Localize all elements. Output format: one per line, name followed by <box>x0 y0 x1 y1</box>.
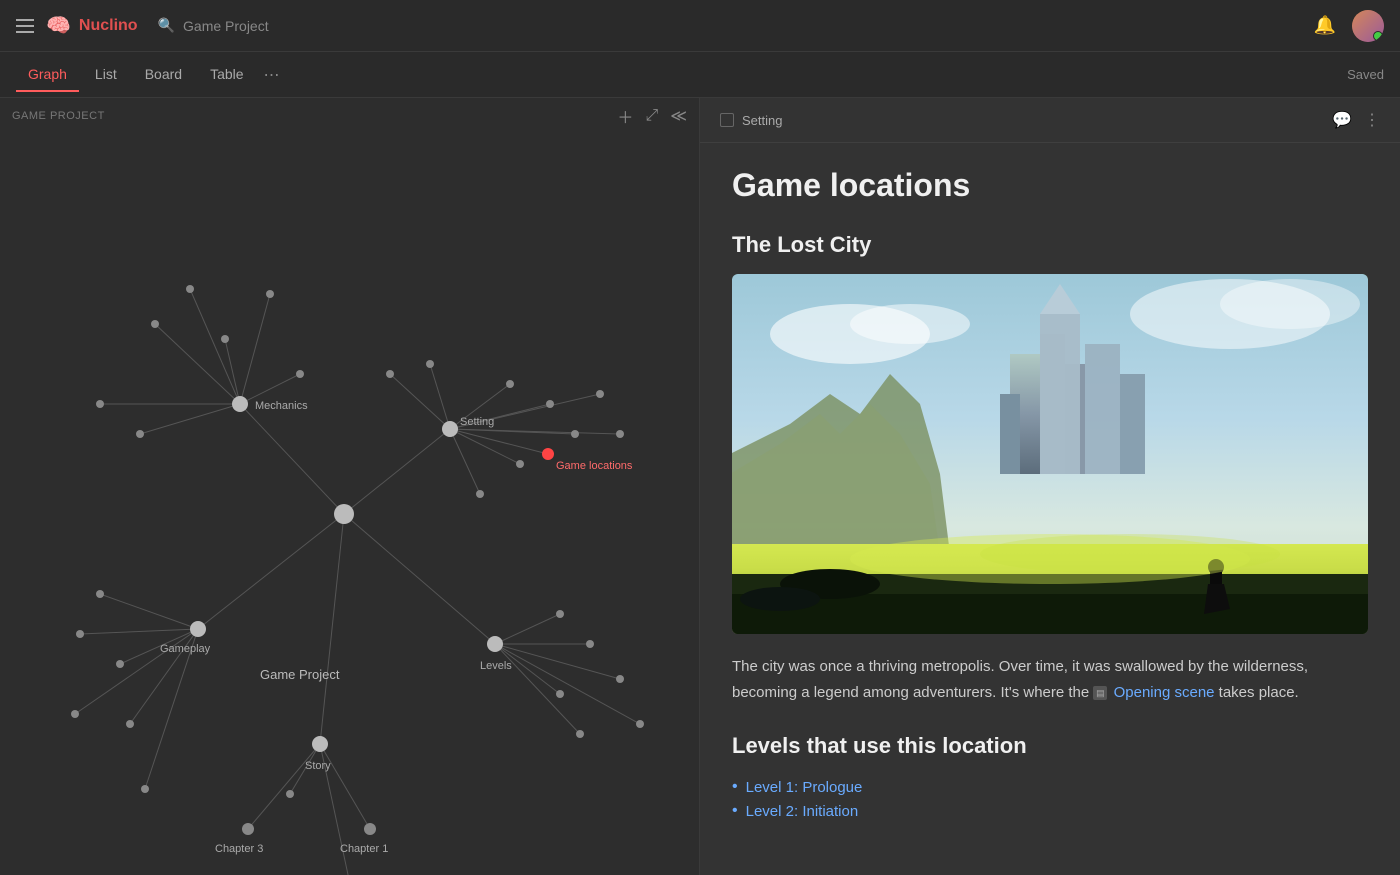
hero-image-inner <box>732 274 1368 634</box>
graph-panel: GAME PROJECT ＋ ⤢ ≪ <box>0 98 700 875</box>
setting-checkbox-area: Setting <box>720 113 782 128</box>
levels-list: Level 1: Prologue Level 2: Initiation <box>732 775 1368 823</box>
avatar-image <box>1352 10 1384 42</box>
graph-header: GAME PROJECT ＋ ⤢ ≪ <box>0 98 699 134</box>
menu-button[interactable] <box>16 19 34 33</box>
link-icon: ▤ <box>1093 686 1107 700</box>
list-item: Level 2: Initiation <box>732 799 1368 823</box>
lost-city-title: The Lost City <box>732 232 1368 258</box>
user-avatar[interactable] <box>1352 10 1384 42</box>
setting-label: Setting <box>460 416 494 428</box>
description-end: takes place. <box>1219 684 1299 701</box>
page-title: Game locations <box>732 167 1368 204</box>
levels-section-title: Levels that use this location <box>732 733 1368 759</box>
setting-checkbox[interactable] <box>720 113 734 127</box>
logo: 🧠 Nuclino <box>46 13 138 38</box>
main-layout: GAME PROJECT ＋ ⤢ ≪ <box>0 98 1400 875</box>
level2-link[interactable]: Level 2: Initiation <box>746 803 859 820</box>
gameplay-label: Gameplay <box>160 643 211 655</box>
search-icon: 🔍 <box>158 17 175 34</box>
game-project-node[interactable] <box>334 504 354 524</box>
levels-node[interactable] <box>487 636 503 652</box>
more-tabs-button[interactable]: ⋯ <box>264 65 280 85</box>
opening-scene-link[interactable]: Opening scene <box>1114 684 1215 701</box>
search-area[interactable]: 🔍 Game Project <box>158 17 269 34</box>
content-body: Game locations The Lost City <box>700 143 1400 863</box>
notifications-icon[interactable]: 🔔 <box>1314 15 1336 36</box>
gameplay-node[interactable] <box>190 621 206 637</box>
add-node-button[interactable]: ＋ <box>617 104 633 128</box>
search-text: Game Project <box>183 18 269 34</box>
story-label: Story <box>305 760 331 772</box>
chapter3-label: Chapter 3 <box>215 843 263 855</box>
level1-link[interactable]: Level 1: Prologue <box>746 779 863 796</box>
city-illustration <box>732 274 1368 634</box>
more-options-button[interactable]: ⋮ <box>1364 110 1380 130</box>
comment-button[interactable]: 💬 <box>1332 110 1352 130</box>
levels-label: Levels <box>480 660 512 672</box>
saved-status: Saved <box>1347 67 1384 82</box>
content-top-bar: Setting 💬 ⋮ <box>700 98 1400 143</box>
description-text: The city was once a thriving metropolis.… <box>732 654 1368 705</box>
collapse-button[interactable]: ≪ <box>670 106 687 126</box>
nav-right: 🔔 <box>1314 10 1384 42</box>
list-item: Level 1: Prologue <box>732 775 1368 799</box>
content-panel: Setting 💬 ⋮ Game locations The Lost City <box>700 98 1400 875</box>
chapter1-node[interactable] <box>364 823 376 835</box>
graph-actions: ＋ ⤢ ≪ <box>617 104 687 128</box>
game-locations-label: Game locations <box>556 460 633 472</box>
top-navigation: 🧠 Nuclino 🔍 Game Project 🔔 <box>0 0 1400 52</box>
setting-checkbox-label: Setting <box>742 113 782 128</box>
story-node[interactable] <box>312 736 328 752</box>
expand-button[interactable]: ⤢ <box>645 107 658 125</box>
hero-image <box>732 274 1368 634</box>
tab-bar: Graph List Board Table ⋯ Saved <box>0 52 1400 98</box>
setting-node[interactable] <box>442 421 458 437</box>
chapter1-label: Chapter 1 <box>340 843 388 855</box>
chapter3-node[interactable] <box>242 823 254 835</box>
tab-board[interactable]: Board <box>133 58 194 92</box>
logo-text: Nuclino <box>79 17 138 35</box>
game-project-label: Game Project <box>260 667 340 682</box>
graph-canvas[interactable]: Mechanics Setting Game locations Game Pr… <box>0 134 699 875</box>
logo-icon: 🧠 <box>46 13 71 38</box>
content-actions: 💬 ⋮ <box>1332 110 1380 130</box>
mechanics-node[interactable] <box>232 396 248 412</box>
tab-list[interactable]: List <box>83 58 129 92</box>
mechanics-label: Mechanics <box>255 400 308 412</box>
graph-project-title: GAME PROJECT <box>12 110 105 122</box>
game-locations-node[interactable] <box>542 448 554 460</box>
tab-table[interactable]: Table <box>198 58 255 92</box>
tab-graph[interactable]: Graph <box>16 58 79 92</box>
graph-svg: Mechanics Setting Game locations Game Pr… <box>0 134 700 875</box>
